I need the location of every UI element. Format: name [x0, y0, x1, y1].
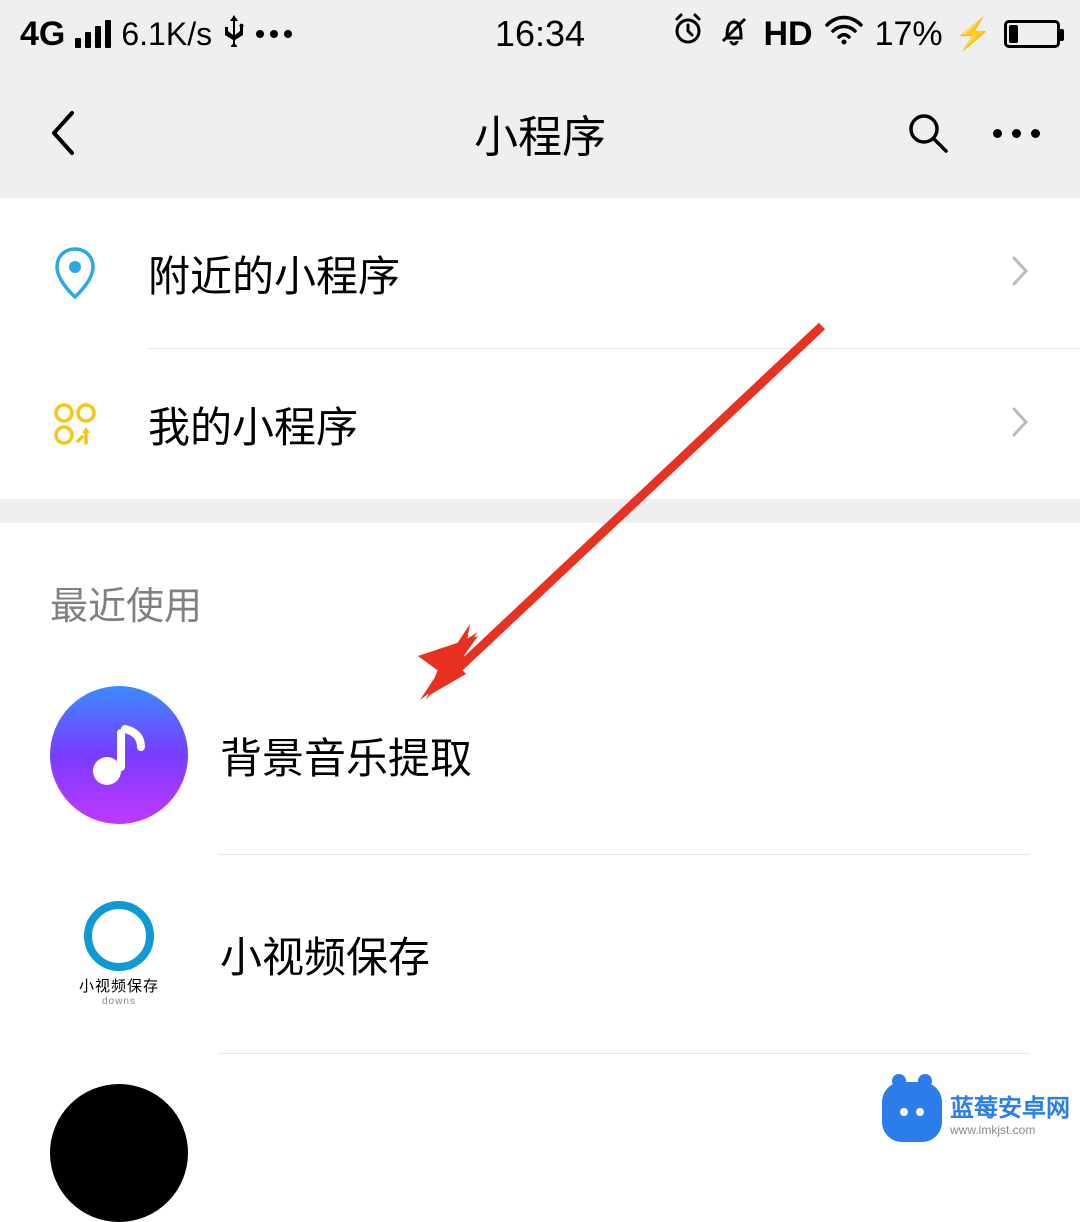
- network-type: 4G: [20, 15, 65, 54]
- wifi-icon: [825, 15, 863, 54]
- hd-label: HD: [763, 15, 812, 54]
- header: 小程序: [0, 68, 1080, 198]
- network-speed: 6.1K/s: [121, 16, 212, 53]
- nearby-miniprograms-row[interactable]: 附近的小程序: [0, 198, 1080, 348]
- watermark-logo-icon: [882, 1082, 942, 1142]
- icon-caption: 小视频保存: [79, 975, 159, 996]
- clock: 16:34: [495, 13, 585, 55]
- my-apps-icon: [50, 399, 100, 449]
- charging-icon: ⚡: [955, 17, 992, 52]
- icon-sub: downs: [102, 996, 136, 1007]
- watermark-title: 蓝莓安卓网: [950, 1088, 1070, 1123]
- more-status-icon: [256, 30, 292, 38]
- watermark-sub: www.lmkjst.com: [950, 1123, 1070, 1137]
- chevron-right-icon: [1010, 405, 1030, 444]
- my-miniprograms-row[interactable]: 我的小程序: [0, 349, 1080, 499]
- top-section: 附近的小程序 我的小程序: [0, 198, 1080, 499]
- status-right: HD 17% ⚡: [585, 13, 1060, 56]
- silent-icon: [717, 13, 751, 56]
- recent-item-label: 小视频保存: [220, 924, 430, 985]
- app-icon-black: [50, 1084, 188, 1222]
- more-button[interactable]: [992, 109, 1040, 157]
- nearby-label: 附近的小程序: [148, 243, 1010, 304]
- battery-icon: [1004, 20, 1060, 48]
- recent-item-bgm-extract[interactable]: 背景音乐提取: [0, 656, 1080, 854]
- chevron-right-icon: [1010, 254, 1030, 293]
- section-gap: [0, 499, 1080, 523]
- my-apps-label: 我的小程序: [148, 394, 1010, 455]
- usb-icon: [222, 13, 246, 56]
- back-button[interactable]: [40, 110, 86, 156]
- video-save-icon: 小视频保存 downs: [50, 885, 188, 1023]
- status-left: 4G 6.1K/s: [20, 13, 495, 56]
- recent-item-video-save[interactable]: 小视频保存 downs 小视频保存: [0, 855, 1080, 1053]
- music-note-icon: [50, 686, 188, 824]
- battery-pct: 17%: [875, 15, 943, 54]
- alarm-icon: [671, 13, 705, 56]
- recent-section-title: 最近使用: [0, 523, 1080, 656]
- page-title: 小程序: [474, 101, 606, 165]
- watermark: 蓝莓安卓网 www.lmkjst.com: [882, 1082, 1070, 1142]
- recent-item-label: 背景音乐提取: [220, 725, 472, 786]
- location-pin-icon: [50, 248, 100, 298]
- status-bar: 4G 6.1K/s 16:34 HD 17% ⚡: [0, 0, 1080, 68]
- signal-icon: [75, 20, 111, 48]
- search-button[interactable]: [904, 109, 952, 157]
